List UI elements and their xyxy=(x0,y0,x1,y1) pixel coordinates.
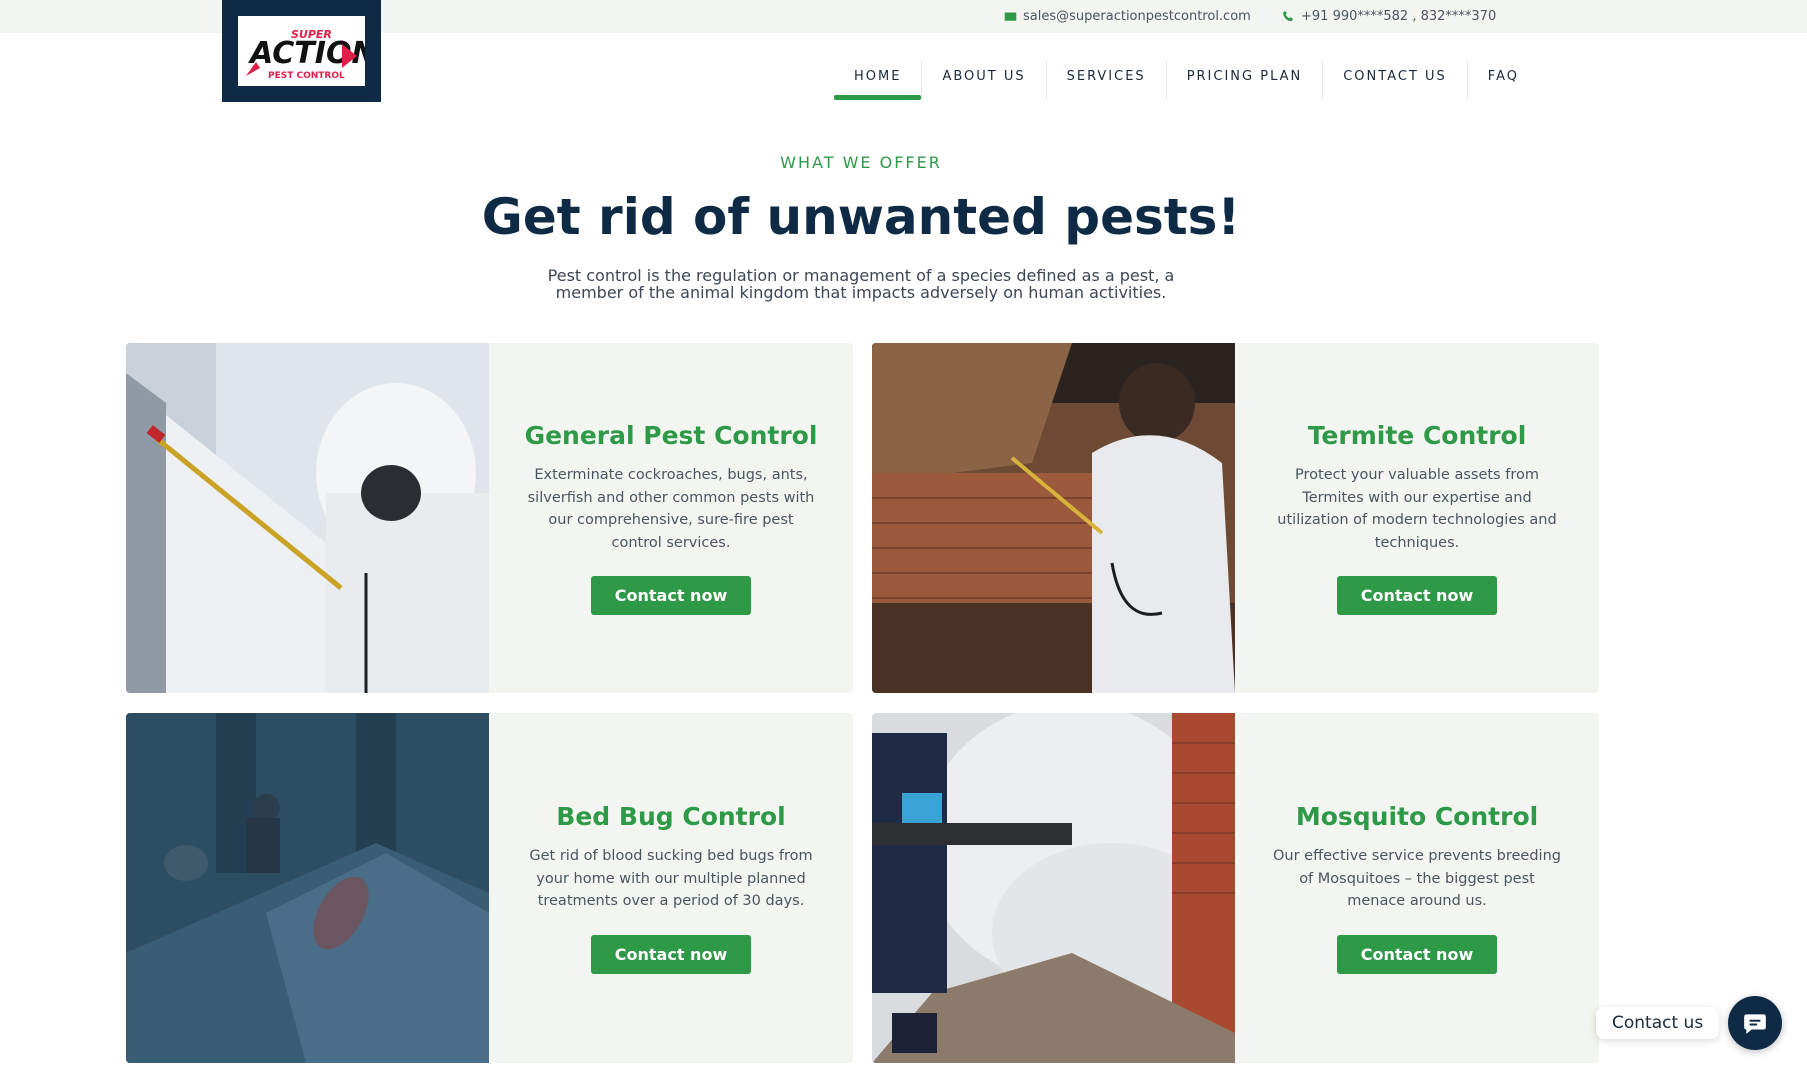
nav-about-us[interactable]: ABOUT US xyxy=(922,60,1047,100)
floating-contact-label[interactable]: Contact us xyxy=(1596,1007,1720,1039)
phone-icon xyxy=(1283,10,1293,22)
section-lead: Pest control is the regulation or manage… xyxy=(547,266,1175,302)
nav-home[interactable]: HOME xyxy=(834,60,923,100)
envelope-icon xyxy=(1004,12,1017,21)
contact-now-button[interactable]: Contact now xyxy=(1336,576,1498,615)
service-body: Bed Bug Control Get rid of blood sucking… xyxy=(489,713,853,1063)
service-title: Mosquito Control xyxy=(1295,802,1539,832)
site-logo[interactable]: SUPER ACTION PEST CONTROL xyxy=(222,0,381,102)
service-photo-termite xyxy=(872,343,1235,693)
nav-contact-us[interactable]: CONTACT US xyxy=(1323,60,1468,100)
service-title: Bed Bug Control xyxy=(556,802,786,832)
service-description: Exterminate cockroaches, bugs, ants, sil… xyxy=(527,467,815,551)
service-title: Termite Control xyxy=(1307,421,1527,450)
service-description: Our effective service prevents breeding … xyxy=(1273,848,1561,910)
service-body: Mosquito Control Our effective service p… xyxy=(1235,713,1599,1063)
floating-contact-button[interactable] xyxy=(1728,996,1782,1050)
service-photo-bed-bug xyxy=(126,713,489,1063)
svg-text:PEST CONTROL: PEST CONTROL xyxy=(268,71,345,81)
contact-now-button[interactable]: Contact now xyxy=(590,576,752,615)
service-card-termite: Termite Control Protect your valuable as… xyxy=(872,343,1599,693)
service-description: Get rid of blood sucking bed bugs from y… xyxy=(529,848,813,910)
main-nav: HOME ABOUT US SERVICES PRICING PLAN CONT… xyxy=(834,60,1539,100)
service-title: General Pest Control xyxy=(524,421,818,450)
contact-now-button[interactable]: Contact now xyxy=(590,934,752,974)
service-photo-mosquito xyxy=(872,713,1235,1063)
contact-now-button[interactable]: Contact now xyxy=(1336,934,1498,974)
nav-pricing-plan[interactable]: PRICING PLAN xyxy=(1167,60,1324,100)
service-body: Termite Control Protect your valuable as… xyxy=(1235,343,1599,693)
phone-text: +91 990****582 , 832****370 xyxy=(1301,9,1497,24)
nav-faq[interactable]: FAQ xyxy=(1468,60,1539,100)
service-description: Protect your valuable assets from Termit… xyxy=(1277,467,1557,551)
phone-link[interactable]: +91 990****582 , 832****370 xyxy=(1282,9,1496,24)
logo-mark: SUPER ACTION PEST CONTROL xyxy=(238,16,377,86)
section-eyebrow: WHAT WE OFFER xyxy=(780,153,942,172)
service-card-general-pest: General Pest Control Exterminate cockroa… xyxy=(126,343,853,693)
service-photo-general-pest xyxy=(126,343,489,693)
service-card-bed-bug: Bed Bug Control Get rid of blood sucking… xyxy=(126,713,853,1063)
nav-services[interactable]: SERVICES xyxy=(1047,60,1167,100)
email-text: sales@superactionpestcontrol.com xyxy=(1023,9,1251,24)
service-card-mosquito: Mosquito Control Our effective service p… xyxy=(872,713,1599,1063)
service-body: General Pest Control Exterminate cockroa… xyxy=(489,343,853,693)
chat-icon xyxy=(1744,1014,1766,1034)
email-link[interactable]: sales@superactionpestcontrol.com xyxy=(1004,9,1251,24)
section-title: Get rid of unwanted pests! xyxy=(481,188,1241,246)
